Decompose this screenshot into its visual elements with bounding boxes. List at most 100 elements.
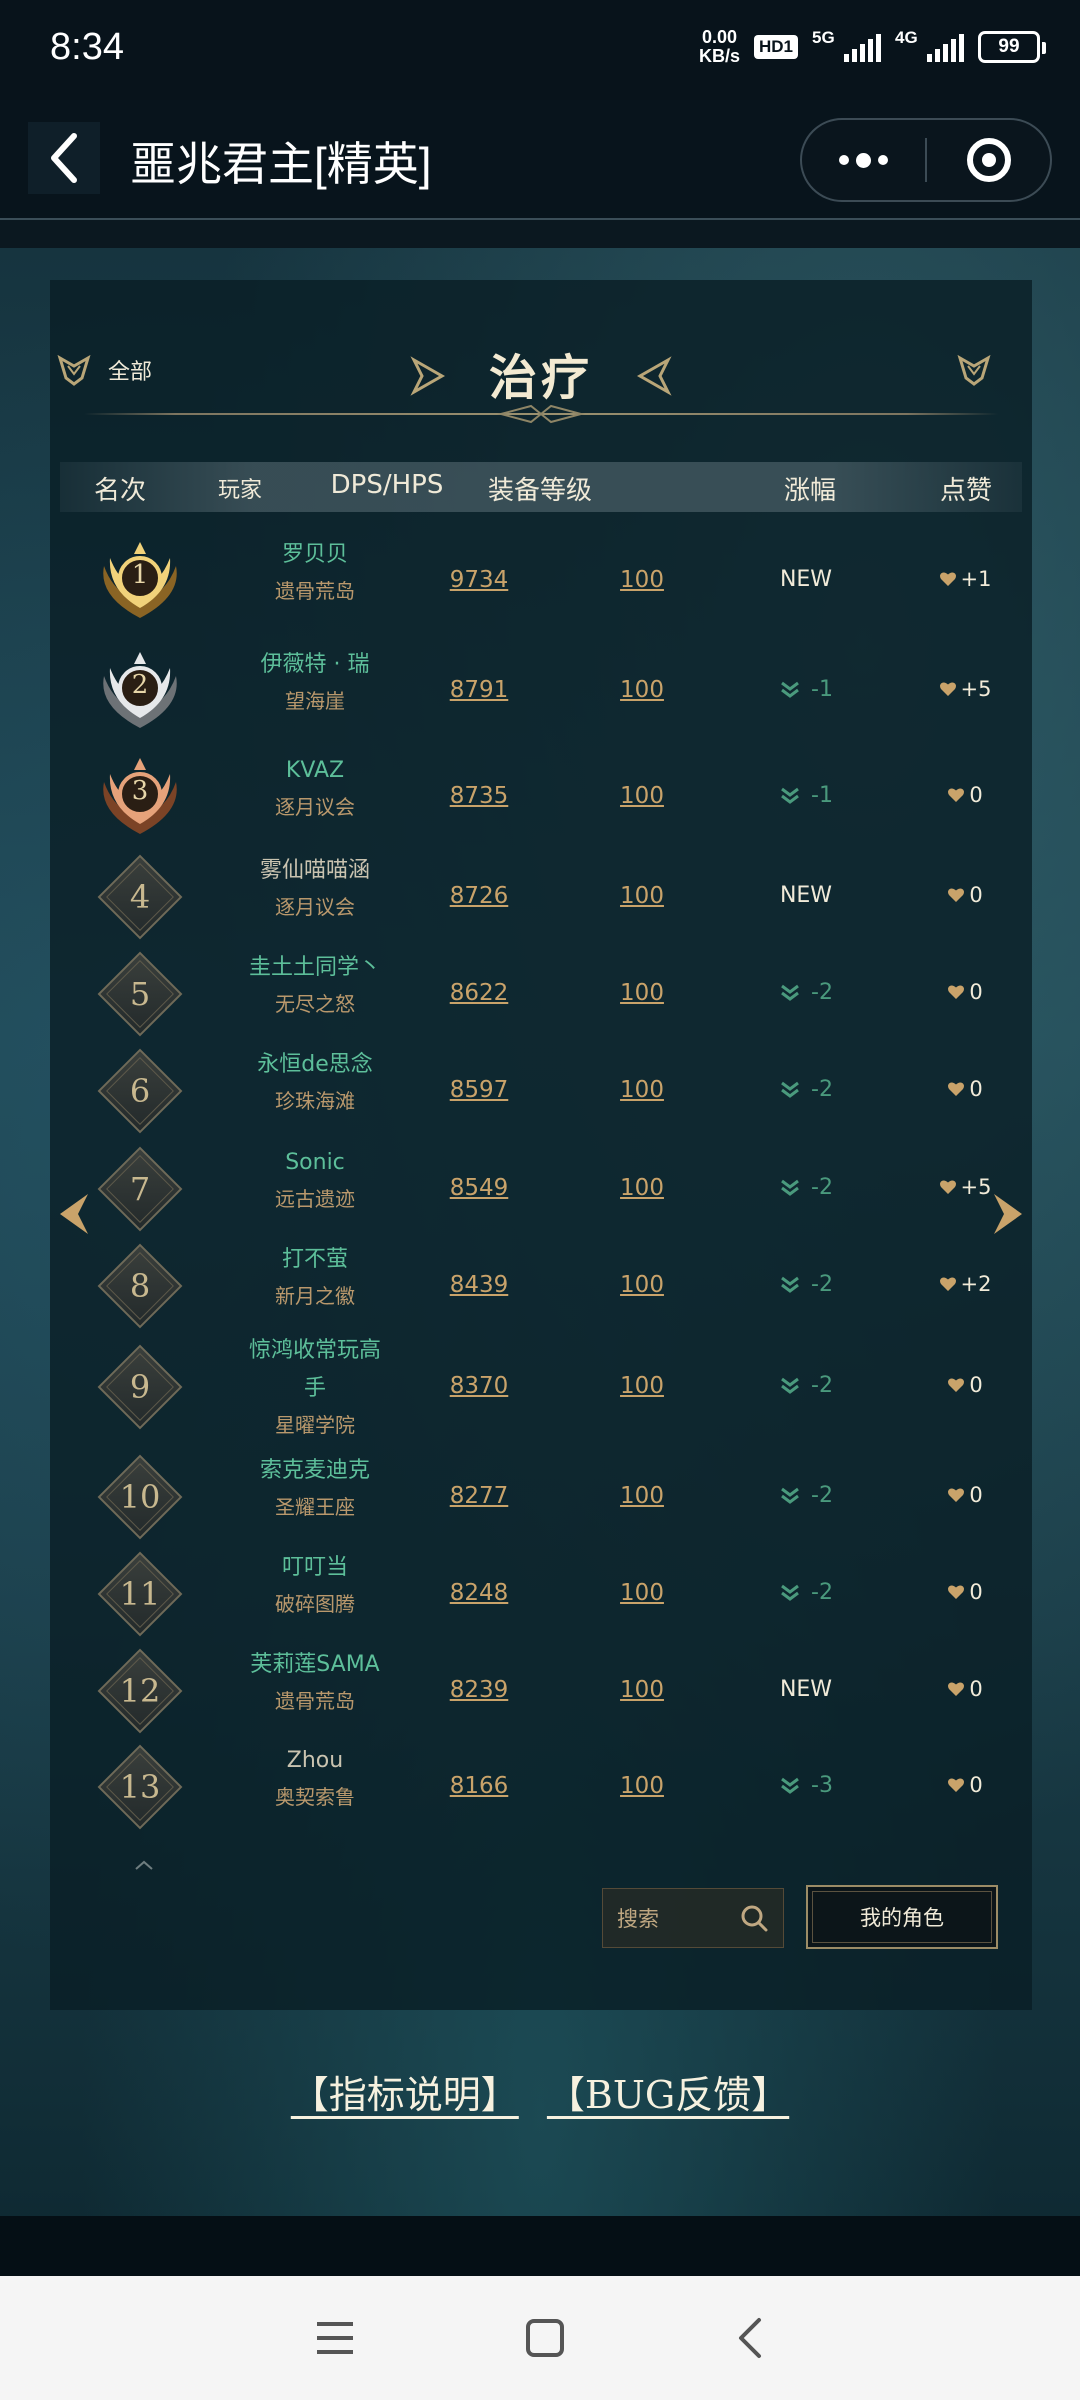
back-button[interactable] [28,122,100,194]
gear-level-link[interactable]: 100 [612,1677,672,1703]
like-count: +1 [960,567,992,591]
dps-value-link[interactable]: 8735 [442,783,516,809]
dps-value-link[interactable]: 8166 [442,1773,516,1799]
dps-value-link[interactable]: 8439 [442,1272,516,1298]
gear-level-link[interactable]: 100 [612,567,672,593]
table-row[interactable]: 10 索克麦迪克 圣耀王座 8277 100 -2 0 [50,1452,1032,1542]
next-page-icon[interactable] [990,1190,1026,1238]
like-button[interactable]: +2 [910,1272,1020,1296]
dps-value-link[interactable]: 8726 [442,883,516,909]
column-player: 玩家 [217,478,262,503]
column-change: 涨幅 [783,476,836,506]
player-cell[interactable]: 罗贝贝 遗骨荒岛 [220,536,410,608]
category-next-icon[interactable] [636,356,672,396]
close-mini-program-button[interactable] [927,120,1050,200]
bug-feedback-link[interactable]: 【BUG反馈】 [547,2073,789,2117]
dps-value-link[interactable]: 8791 [442,677,516,703]
dps-value-link[interactable]: 8239 [442,1677,516,1703]
table-row[interactable]: 12 芙莉莲SAMA 遗骨荒岛 8239 100 NEW 0 [50,1646,1032,1736]
rank-badge: 12 [90,1641,190,1741]
table-row[interactable]: 1 罗贝贝 遗骨荒岛 9734 100 NEW +1 [50,536,1032,626]
like-button[interactable]: 0 [910,783,1020,807]
like-button[interactable]: 0 [910,1580,1020,1604]
like-button[interactable]: 0 [910,1773,1020,1797]
rank-badge: 2 [90,641,190,741]
dps-value-link[interactable]: 9734 [442,567,516,593]
more-button[interactable] [802,120,925,200]
rank-number: 9 [129,1368,151,1406]
like-button[interactable]: +5 [910,677,1020,701]
player-server: 破碎图腾 [275,1592,355,1616]
player-cell[interactable]: 惊鸿收常玩高手星曜学院 [220,1332,410,1442]
table-row[interactable]: 2 伊薇特 · 瑞望海崖 8791 100 -1 +5 [50,646,1032,736]
home-icon[interactable] [525,2318,565,2358]
player-name: 永恒de思念 [257,1052,373,1077]
player-cell[interactable]: KVAZ 逐月议会 [220,752,410,824]
player-cell[interactable]: 芙莉莲SAMA 遗骨荒岛 [220,1646,410,1718]
search-input[interactable]: 搜索 [602,1888,784,1948]
search-placeholder: 搜索 [617,1907,659,1931]
player-cell[interactable]: 叮叮当 破碎图腾 [220,1549,410,1621]
gear-level-link[interactable]: 100 [612,1077,672,1103]
table-row[interactable]: 6 永恒de思念 珍珠海滩 8597 100 -2 0 [50,1046,1032,1136]
player-cell[interactable]: 圭土土同学丶 无尽之怒 [220,949,410,1021]
player-name: KVAZ [285,758,345,783]
previous-page-icon[interactable] [56,1190,92,1238]
player-cell[interactable]: 索克麦迪克 圣耀王座 [220,1452,410,1524]
metrics-explanation-link[interactable]: 【指标说明】 [291,2073,519,2117]
player-server: 望海崖 [285,689,345,713]
double-chevron-down-icon [781,1081,799,1098]
like-button[interactable]: 0 [910,1077,1020,1101]
my-character-button[interactable]: 我的角色 [806,1885,998,1949]
player-cell[interactable]: 永恒de思念 珍珠海滩 [220,1046,410,1118]
table-row[interactable]: 3 KVAZ 逐月议会 8735 100 -1 0 [50,752,1032,842]
table-row[interactable]: 8 打不萤 新月之徽 8439 100 -2 +2 [50,1241,1032,1331]
gear-level-link[interactable]: 100 [612,1483,672,1509]
table-row[interactable]: 4 雾仙喵喵涵 逐月议会 8726 100 NEW 0 [50,852,1032,942]
table-row[interactable]: 11 叮叮当 破碎图腾 8248 100 -2 0 [50,1549,1032,1639]
dps-value-link[interactable]: 8370 [442,1373,516,1399]
dps-value-link[interactable]: 8277 [442,1483,516,1509]
player-name: 雾仙喵喵涵 [259,858,370,883]
dps-value-link[interactable]: 8248 [442,1580,516,1606]
gear-level-link[interactable]: 100 [612,783,672,809]
table-row[interactable]: 13 Zhou 奥契索鲁 8166 100 -3 0 [50,1742,1032,1832]
like-button[interactable]: 0 [910,1483,1020,1507]
player-name: Sonic [285,1150,345,1175]
rank-change-value: NEW [779,883,833,908]
network-speed-value: 0.00 [701,27,737,47]
signal-4g-icon: 4G [895,28,964,62]
dps-value-link[interactable]: 8622 [442,980,516,1006]
back-icon[interactable] [735,2316,765,2360]
gear-level-link[interactable]: 100 [612,1580,672,1606]
player-cell[interactable]: Zhou 奥契索鲁 [220,1742,410,1814]
menu-icon[interactable] [315,2320,355,2356]
rank-change: NEW [746,1677,866,1702]
gear-level-link[interactable]: 100 [612,677,672,703]
scroll-up-icon[interactable] [132,1858,156,1872]
rank-change-value: -1 [811,783,833,808]
like-button[interactable]: 0 [910,980,1020,1004]
player-cell[interactable]: 伊薇特 · 瑞望海崖 [220,646,410,718]
gear-level-link[interactable]: 100 [612,1272,672,1298]
gear-level-link[interactable]: 100 [612,1773,672,1799]
player-cell[interactable]: Sonic 远古遗迹 [220,1144,410,1216]
my-character-label: 我的角色 [860,1906,944,1930]
player-cell[interactable]: 雾仙喵喵涵 逐月议会 [220,852,410,924]
like-button[interactable]: 0 [910,1373,1020,1397]
like-button[interactable]: +1 [910,567,1020,591]
network-speed-unit: KB/s [698,46,740,66]
table-row[interactable]: 5 圭土土同学丶 无尽之怒 8622 100 -2 0 [50,949,1032,1039]
dps-value-link[interactable]: 8597 [442,1077,516,1103]
like-button[interactable]: 0 [910,1677,1020,1701]
table-row[interactable]: 7 Sonic 远古遗迹 8549 100 -2 +5 [50,1144,1032,1234]
gear-level-link[interactable]: 100 [612,1175,672,1201]
player-cell[interactable]: 打不萤 新月之徽 [220,1241,410,1313]
like-button[interactable]: 0 [910,883,1020,907]
gear-level-link[interactable]: 100 [612,1373,672,1399]
table-row[interactable]: 9 惊鸿收常玩高手星曜学院 8370 100 -2 0 [50,1332,1032,1442]
player-server: 星曜学院 [275,1413,355,1437]
gear-level-link[interactable]: 100 [612,980,672,1006]
dps-value-link[interactable]: 8549 [442,1175,516,1201]
gear-level-link[interactable]: 100 [612,883,672,909]
